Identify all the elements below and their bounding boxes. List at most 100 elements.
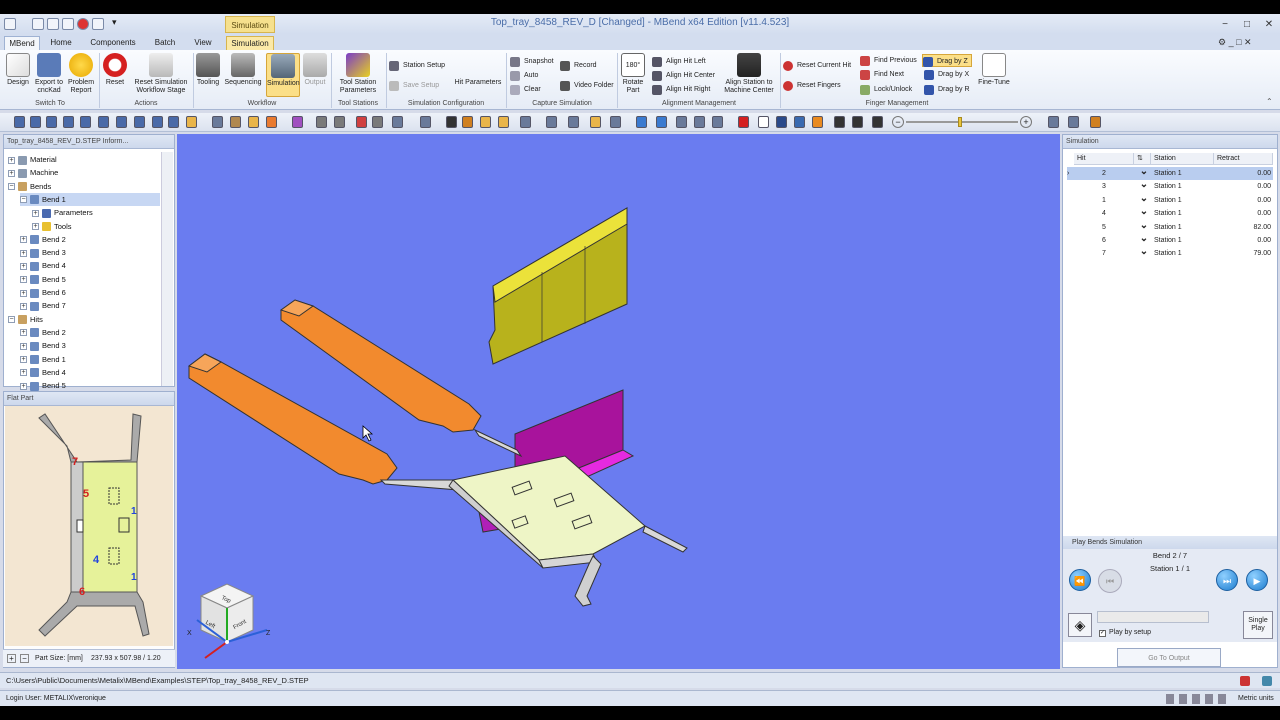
help-icon[interactable] [1262,676,1272,686]
view-toolbar-button[interactable] [812,116,823,128]
video-folder-button[interactable]: Video Folder [560,79,614,92]
tree-item[interactable]: + Machine [8,166,160,179]
tree-item[interactable]: − Bends [8,180,160,193]
station-setup-button[interactable]: Station Setup [389,59,445,72]
view-toolbar-button[interactable] [712,116,723,128]
drag-by-x-button[interactable]: Drag by X [924,68,969,81]
tree-expand-icon[interactable]: + [32,223,39,231]
flat-part-view[interactable]: 7 5 4 6 1 1 [5,406,173,646]
view-toolbar-button[interactable] [676,116,687,128]
previous-bend-button[interactable]: ⏮ [1098,569,1122,593]
snapshot-button[interactable]: Snapshot [510,55,554,68]
tree-expand-icon[interactable]: + [20,262,27,270]
auto-button[interactable]: Auto [510,69,538,82]
view-toolbar-button[interactable] [776,116,787,128]
view-toolbar-button[interactable] [480,116,491,128]
view-toolbar-button[interactable] [212,116,223,128]
table-row[interactable]: 1 ⌄ Station 1 0.00 [1067,193,1273,207]
tree-expand-icon[interactable]: + [20,236,27,244]
tree-item[interactable]: + Parameters [32,206,160,219]
tree-item[interactable]: + Material [8,153,160,166]
view-toolbar-button[interactable] [14,116,25,128]
chevron-down-icon[interactable]: ⌄ [1137,247,1151,260]
view-toolbar-button[interactable] [794,116,805,128]
tab-view[interactable]: View [188,36,218,50]
view-toolbar-button[interactable] [334,116,345,128]
view-toolbar-button[interactable] [590,116,601,128]
chevron-down-icon[interactable]: ⌄ [1137,193,1151,207]
status-tool-icons[interactable] [1166,694,1226,704]
view-toolbar-button[interactable] [46,116,57,128]
zoom-thumb[interactable] [958,117,962,127]
fine-tune-button[interactable]: Fine-Tune [976,53,1012,87]
chevron-down-icon[interactable]: ⌄ [1137,220,1151,234]
view-toolbar-button[interactable] [872,116,883,128]
view-toolbar-button[interactable] [30,116,41,128]
tree-expand-icon[interactable]: + [20,342,27,350]
reset-current-hit-button[interactable]: Reset Current Hit [783,59,851,72]
hit-column-header[interactable]: Hit [1074,153,1134,165]
align-hit-center-button[interactable]: Align Hit Center [652,69,715,82]
table-row[interactable]: 4 ⌄ Station 1 0.00 [1067,207,1273,220]
zoom-out-icon[interactable]: − [892,116,904,128]
view-toolbar-button[interactable] [63,116,74,128]
view-toolbar-button[interactable] [186,116,197,128]
view-toolbar-button[interactable] [80,116,91,128]
view-toolbar-button[interactable] [546,116,557,128]
tree-expand-icon[interactable]: + [20,276,27,284]
clear-button[interactable]: Clear [510,83,541,96]
zoom-slider[interactable]: − + [892,116,1032,128]
tree-item[interactable]: + Bend 5 [20,273,160,286]
expand-icon[interactable]: + [7,654,16,663]
tab-simulation[interactable]: Simulation [226,36,274,50]
problem-report-button[interactable]: Problem Report [66,53,96,95]
tree-expand-icon[interactable]: + [20,249,27,257]
tree-scrollbar[interactable] [161,152,173,386]
tree-expand-icon[interactable]: + [32,209,39,217]
view-toolbar-button[interactable] [656,116,667,128]
find-previous-button[interactable]: Find Previous [860,54,917,67]
export-cnckad-button[interactable]: Export to cncKad [34,53,64,95]
table-row[interactable]: 3 ⌄ Station 1 0.00 [1067,180,1273,193]
tree-item[interactable]: + Bend 4 [20,259,160,272]
view-toolbar-button[interactable] [446,116,457,128]
tree-expand-icon[interactable]: + [20,382,27,390]
view-toolbar-button[interactable] [316,116,327,128]
table-row[interactable]: 5 ⌄ Station 1 82.00 [1067,220,1273,234]
view-toolbar-button[interactable] [134,116,145,128]
align-station-button[interactable]: Align Station to Machine Center [722,53,776,95]
view-toolbar-button[interactable] [116,116,127,128]
reset-fingers-button[interactable]: Reset Fingers [783,79,841,92]
rotate-part-button[interactable]: 180° Rotate Part [620,53,646,95]
table-row[interactable]: › 2 ⌄ Station 1 0.00 [1067,167,1273,180]
tree-item[interactable]: + Tools [32,220,160,233]
tree-item[interactable]: + Bend 4 [20,366,160,379]
single-play-button[interactable]: Single Play [1243,611,1273,639]
view-toolbar-button[interactable] [738,116,749,128]
ribbon-window-controls[interactable]: ⚙ _ □ ✕ [1218,37,1252,48]
tree-expand-icon[interactable]: + [20,289,27,297]
view-toolbar-button[interactable] [420,116,431,128]
tree-expand-icon[interactable]: + [20,302,27,310]
view-toolbar-button[interactable] [356,116,367,128]
tree-item[interactable]: + Bend 6 [20,286,160,299]
play-button[interactable]: ▶ [1246,569,1268,591]
view-toolbar-button[interactable] [1090,116,1101,128]
pdf-icon[interactable] [1240,676,1250,686]
hit-type-column-header[interactable]: ⇅ [1134,153,1151,165]
tab-components[interactable]: Components [86,36,140,50]
view-toolbar-button[interactable] [1068,116,1079,128]
station-column-header[interactable]: Station [1151,153,1214,165]
view-toolbar-button[interactable] [266,116,277,128]
view-toolbar-button[interactable] [852,116,863,128]
chevron-down-icon[interactable]: ⌄ [1137,167,1151,180]
rewind-button[interactable]: ⏪ [1069,569,1091,591]
view-toolbar-button[interactable] [230,116,241,128]
lock-unlock-button[interactable]: Lock/Unlock [860,83,912,96]
next-bend-button[interactable]: ⏭ [1216,569,1238,591]
tree-item[interactable]: − Bend 1 [20,192,160,206]
view-toolbar-button[interactable] [168,116,179,128]
zoom-in-icon[interactable]: + [1020,116,1032,128]
record-button[interactable]: Record [560,59,597,72]
retract-column-header[interactable]: Retract [1214,153,1273,165]
